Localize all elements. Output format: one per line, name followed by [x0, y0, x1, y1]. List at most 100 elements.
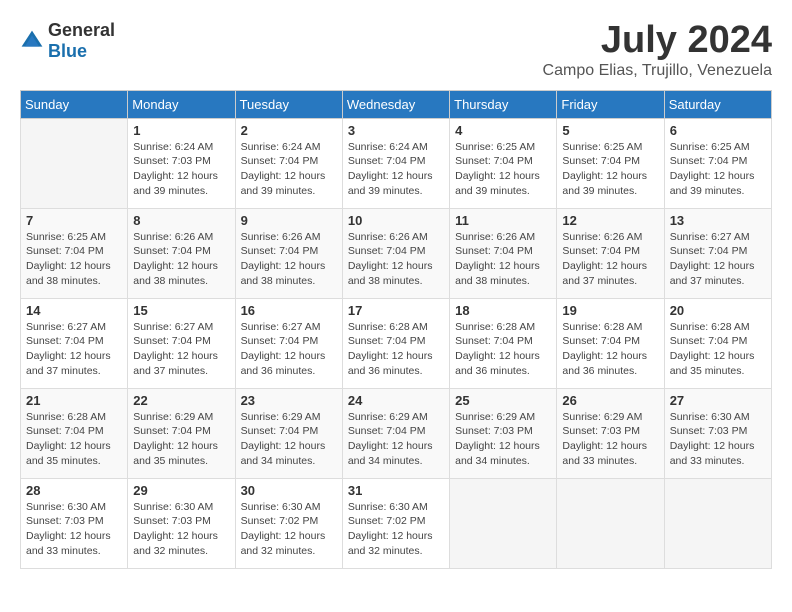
day-info: Sunrise: 6:25 AM Sunset: 7:04 PM Dayligh… — [562, 140, 658, 199]
day-info: Sunrise: 6:25 AM Sunset: 7:04 PM Dayligh… — [26, 230, 122, 289]
day-info: Sunrise: 6:29 AM Sunset: 7:03 PM Dayligh… — [562, 410, 658, 469]
calendar-cell: 19 Sunrise: 6:28 AM Sunset: 7:04 PM Dayli… — [557, 298, 664, 388]
calendar-cell: 3Sunrise: 6:24 AM Sunset: 7:04 PM Daylig… — [342, 118, 449, 208]
day-number: 15 — [133, 303, 229, 318]
day-number: 28 — [26, 483, 122, 498]
calendar-cell: 7 Sunrise: 6:25 AM Sunset: 7:04 PM Daylig… — [21, 208, 128, 298]
calendar-cell: 16 Sunrise: 6:27 AM Sunset: 7:04 PM Dayli… — [235, 298, 342, 388]
day-number: 16 — [241, 303, 337, 318]
weekday-header: Wednesday — [342, 90, 449, 118]
day-info: Sunrise: 6:24 AM Sunset: 7:03 PM Dayligh… — [133, 140, 229, 199]
day-info: Sunrise: 6:30 AM Sunset: 7:03 PM Dayligh… — [26, 500, 122, 559]
day-info: Sunrise: 6:26 AM Sunset: 7:04 PM Dayligh… — [562, 230, 658, 289]
calendar-cell: 22 Sunrise: 6:29 AM Sunset: 7:04 PM Dayli… — [128, 388, 235, 478]
calendar-cell: 20 Sunrise: 6:28 AM Sunset: 7:04 PM Dayli… — [664, 298, 771, 388]
calendar-cell — [664, 478, 771, 568]
weekday-header: Thursday — [450, 90, 557, 118]
day-number: 11 — [455, 213, 551, 228]
day-info: Sunrise: 6:25 AM Sunset: 7:04 PM Dayligh… — [455, 140, 551, 199]
calendar-cell: 23 Sunrise: 6:29 AM Sunset: 7:04 PM Dayli… — [235, 388, 342, 478]
calendar-cell: 21 Sunrise: 6:28 AM Sunset: 7:04 PM Dayli… — [21, 388, 128, 478]
day-info: Sunrise: 6:30 AM Sunset: 7:03 PM Dayligh… — [670, 410, 766, 469]
day-info: Sunrise: 6:30 AM Sunset: 7:02 PM Dayligh… — [241, 500, 337, 559]
calendar-cell: 26 Sunrise: 6:29 AM Sunset: 7:03 PM Dayli… — [557, 388, 664, 478]
calendar-cell: 15 Sunrise: 6:27 AM Sunset: 7:04 PM Dayli… — [128, 298, 235, 388]
day-number: 12 — [562, 213, 658, 228]
day-number: 13 — [670, 213, 766, 228]
day-info: Sunrise: 6:27 AM Sunset: 7:04 PM Dayligh… — [26, 320, 122, 379]
day-number: 23 — [241, 393, 337, 408]
day-number: 21 — [26, 393, 122, 408]
logo-blue-text: Blue — [48, 41, 87, 61]
day-info: Sunrise: 6:28 AM Sunset: 7:04 PM Dayligh… — [26, 410, 122, 469]
day-number: 14 — [26, 303, 122, 318]
calendar-week-row: 7 Sunrise: 6:25 AM Sunset: 7:04 PM Daylig… — [21, 208, 772, 298]
logo-icon — [20, 29, 44, 53]
logo-general-text: General — [48, 20, 115, 40]
day-number: 31 — [348, 483, 444, 498]
calendar-cell: 18 Sunrise: 6:28 AM Sunset: 7:04 PM Dayli… — [450, 298, 557, 388]
logo: General Blue — [20, 20, 115, 62]
day-info: Sunrise: 6:27 AM Sunset: 7:04 PM Dayligh… — [670, 230, 766, 289]
day-info: Sunrise: 6:29 AM Sunset: 7:03 PM Dayligh… — [455, 410, 551, 469]
day-number: 19 — [562, 303, 658, 318]
day-info: Sunrise: 6:26 AM Sunset: 7:04 PM Dayligh… — [241, 230, 337, 289]
calendar-week-row: 21 Sunrise: 6:28 AM Sunset: 7:04 PM Dayli… — [21, 388, 772, 478]
day-number: 1 — [133, 123, 229, 138]
calendar-cell — [557, 478, 664, 568]
day-info: Sunrise: 6:28 AM Sunset: 7:04 PM Dayligh… — [455, 320, 551, 379]
calendar-cell: 8 Sunrise: 6:26 AM Sunset: 7:04 PM Daylig… — [128, 208, 235, 298]
day-number: 30 — [241, 483, 337, 498]
calendar-cell: 31Sunrise: 6:30 AM Sunset: 7:02 PM Dayli… — [342, 478, 449, 568]
day-number: 17 — [348, 303, 444, 318]
month-title: July 2024 — [543, 20, 772, 62]
day-info: Sunrise: 6:25 AM Sunset: 7:04 PM Dayligh… — [670, 140, 766, 199]
calendar-week-row: 14 Sunrise: 6:27 AM Sunset: 7:04 PM Dayli… — [21, 298, 772, 388]
weekday-header: Friday — [557, 90, 664, 118]
calendar-cell: 9 Sunrise: 6:26 AM Sunset: 7:04 PM Daylig… — [235, 208, 342, 298]
day-info: Sunrise: 6:28 AM Sunset: 7:04 PM Dayligh… — [562, 320, 658, 379]
calendar-cell: 27 Sunrise: 6:30 AM Sunset: 7:03 PM Dayli… — [664, 388, 771, 478]
day-info: Sunrise: 6:28 AM Sunset: 7:04 PM Dayligh… — [670, 320, 766, 379]
day-info: Sunrise: 6:26 AM Sunset: 7:04 PM Dayligh… — [133, 230, 229, 289]
day-number: 5 — [562, 123, 658, 138]
calendar-cell: 5 Sunrise: 6:25 AM Sunset: 7:04 PM Daylig… — [557, 118, 664, 208]
location-title: Campo Elias, Trujillo, Venezuela — [543, 62, 772, 80]
calendar-cell: 6 Sunrise: 6:25 AM Sunset: 7:04 PM Daylig… — [664, 118, 771, 208]
calendar: SundayMondayTuesdayWednesdayThursdayFrid… — [20, 90, 772, 569]
calendar-cell: 1 Sunrise: 6:24 AM Sunset: 7:03 PM Daylig… — [128, 118, 235, 208]
day-info: Sunrise: 6:26 AM Sunset: 7:04 PM Dayligh… — [455, 230, 551, 289]
day-number: 26 — [562, 393, 658, 408]
calendar-cell: 2 Sunrise: 6:24 AM Sunset: 7:04 PM Daylig… — [235, 118, 342, 208]
day-info: Sunrise: 6:29 AM Sunset: 7:04 PM Dayligh… — [133, 410, 229, 469]
calendar-cell: 28 Sunrise: 6:30 AM Sunset: 7:03 PM Dayli… — [21, 478, 128, 568]
day-number: 18 — [455, 303, 551, 318]
day-number: 2 — [241, 123, 337, 138]
day-info: Sunrise: 6:27 AM Sunset: 7:04 PM Dayligh… — [241, 320, 337, 379]
day-info: Sunrise: 6:27 AM Sunset: 7:04 PM Dayligh… — [133, 320, 229, 379]
day-number: 3 — [348, 123, 444, 138]
day-number: 27 — [670, 393, 766, 408]
calendar-cell: 11 Sunrise: 6:26 AM Sunset: 7:04 PM Dayli… — [450, 208, 557, 298]
calendar-cell: 13 Sunrise: 6:27 AM Sunset: 7:04 PM Dayli… — [664, 208, 771, 298]
header: General Blue July 2024 Campo Elias, Truj… — [20, 20, 772, 80]
calendar-cell: 17Sunrise: 6:28 AM Sunset: 7:04 PM Dayli… — [342, 298, 449, 388]
calendar-cell: 30 Sunrise: 6:30 AM Sunset: 7:02 PM Dayli… — [235, 478, 342, 568]
day-info: Sunrise: 6:24 AM Sunset: 7:04 PM Dayligh… — [241, 140, 337, 199]
calendar-cell: 12 Sunrise: 6:26 AM Sunset: 7:04 PM Dayli… — [557, 208, 664, 298]
day-number: 7 — [26, 213, 122, 228]
weekday-header: Monday — [128, 90, 235, 118]
weekday-header: Tuesday — [235, 90, 342, 118]
calendar-week-row: 1 Sunrise: 6:24 AM Sunset: 7:03 PM Daylig… — [21, 118, 772, 208]
day-number: 8 — [133, 213, 229, 228]
title-area: July 2024 Campo Elias, Trujillo, Venezue… — [543, 20, 772, 80]
day-info: Sunrise: 6:29 AM Sunset: 7:04 PM Dayligh… — [348, 410, 444, 469]
calendar-cell — [450, 478, 557, 568]
day-number: 6 — [670, 123, 766, 138]
day-number: 22 — [133, 393, 229, 408]
day-number: 25 — [455, 393, 551, 408]
day-number: 20 — [670, 303, 766, 318]
calendar-cell: 14 Sunrise: 6:27 AM Sunset: 7:04 PM Dayli… — [21, 298, 128, 388]
day-number: 9 — [241, 213, 337, 228]
day-info: Sunrise: 6:29 AM Sunset: 7:04 PM Dayligh… — [241, 410, 337, 469]
